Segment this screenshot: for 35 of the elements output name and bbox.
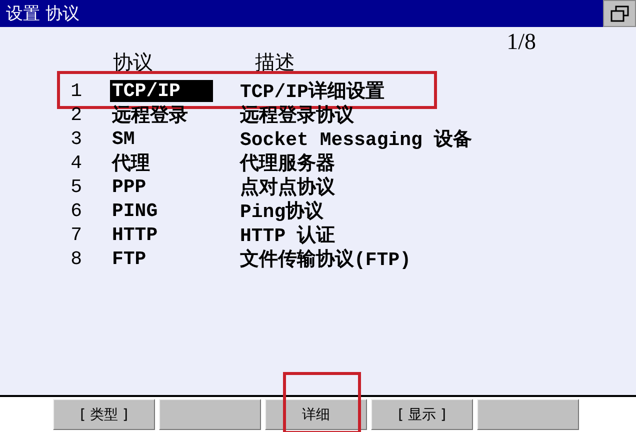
protocol-description: Ping协议 — [240, 200, 324, 224]
row-number: 5 — [70, 176, 82, 198]
protocol-item[interactable]: 代理 — [110, 150, 152, 176]
column-header: 协议 — [113, 51, 154, 73]
protocol-description: 代理服务器 — [240, 152, 335, 176]
protocol-item[interactable]: FTP — [110, 248, 148, 270]
row-number: 1 — [70, 80, 82, 102]
row-number: 6 — [70, 200, 82, 222]
protocol-item[interactable]: PING — [110, 200, 160, 222]
protocol-item[interactable]: HTTP — [110, 224, 160, 246]
row-number: 2 — [70, 104, 82, 126]
restore-button[interactable] — [603, 0, 636, 27]
protocol-description: HTTP 认证 — [240, 224, 336, 248]
function-key[interactable]: [ 类型 ] — [53, 399, 155, 430]
row-number: 8 — [70, 248, 82, 270]
protocol-item[interactable]: SM — [110, 128, 137, 150]
function-key[interactable]: 详细 — [265, 399, 367, 430]
protocol-item[interactable]: TCP/IP — [110, 80, 213, 102]
restore-icon — [610, 4, 630, 22]
column-header: 描述 — [255, 51, 295, 73]
row-number: 3 — [70, 128, 82, 150]
row-number: 7 — [70, 224, 82, 246]
protocol-description: 远程登录协议 — [240, 104, 354, 128]
function-key[interactable] — [159, 399, 261, 430]
page-indicator: 1/8 — [506, 31, 537, 53]
protocol-description: TCP/IP详细设置 — [240, 80, 384, 104]
protocol-description: Socket Messaging 设备 — [240, 128, 472, 152]
protocol-item[interactable]: PPP — [110, 176, 148, 198]
row-number: 4 — [70, 152, 82, 174]
function-key[interactable] — [477, 399, 579, 430]
protocol-description: 点对点协议 — [240, 176, 335, 200]
window-title: 设置 协议 — [5, 3, 80, 25]
protocol-item[interactable]: 远程登录 — [110, 102, 190, 128]
protocol-description: 文件传输协议(FTP) — [240, 248, 412, 272]
function-key[interactable]: [ 显示 ] — [371, 399, 473, 430]
